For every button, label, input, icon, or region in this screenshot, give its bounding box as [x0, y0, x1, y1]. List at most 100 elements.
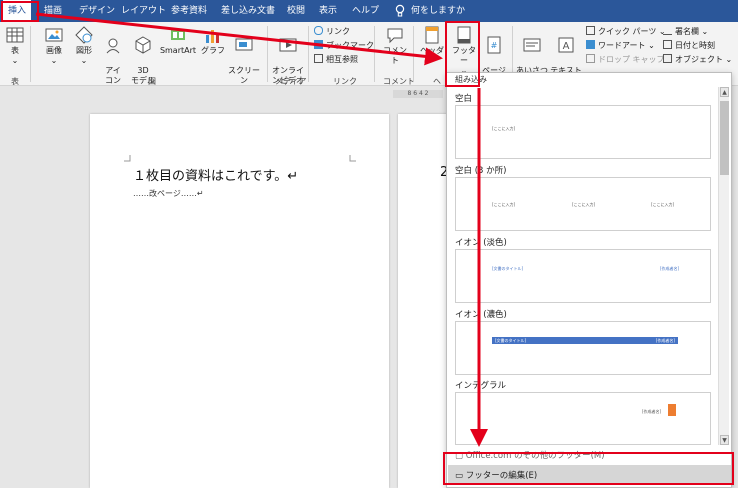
- separator: [267, 26, 268, 82]
- shapes-icon: [75, 26, 93, 44]
- picture-label: 画像: [46, 46, 62, 55]
- icons-label: アイ コン: [105, 66, 121, 85]
- footer-category-label: 空白: [455, 94, 473, 104]
- svg-text:#: #: [491, 41, 498, 50]
- footer-category-label: 空白 (3 か所): [455, 166, 507, 176]
- horizontal-ruler[interactable]: 8 6 4 2: [393, 90, 443, 98]
- tab-review[interactable]: 校閲: [287, 0, 305, 22]
- dropcap-icon: [586, 54, 595, 63]
- comment-label: コメント: [383, 46, 407, 65]
- gallery-section-header: 組み込み: [455, 75, 487, 84]
- scroll-up-arrow[interactable]: ▲: [720, 87, 729, 97]
- video-icon: [279, 38, 297, 52]
- integral-accent: [668, 404, 676, 416]
- wordart-icon: [586, 40, 595, 49]
- separator: [413, 26, 414, 82]
- scroll-down-arrow[interactable]: ▼: [720, 435, 729, 445]
- document-text-line[interactable]: １枚目の資料はこれです。↵: [133, 165, 298, 184]
- footer-option-blank-3[interactable]: [ここに入力] [ここに入力] [ここに入力]: [455, 177, 711, 231]
- edit-footer-item[interactable]: ▭ フッターの編集(E): [455, 469, 537, 481]
- footer-category-label: イオン (淡色): [455, 238, 507, 248]
- object-icon: [663, 54, 672, 63]
- svg-text:A: A: [563, 41, 570, 52]
- picture-icon: [45, 28, 63, 42]
- smartart-icon: [171, 30, 185, 40]
- gallery-scrollbar[interactable]: ▲ ▼: [718, 87, 729, 445]
- tab-draw[interactable]: 描画: [44, 0, 62, 22]
- table-icon: [6, 27, 24, 43]
- thumb-placeholder: [ここに入力]: [651, 202, 675, 207]
- tab-help[interactable]: ヘルプ: [352, 0, 379, 22]
- footer-button[interactable]: フッター ⌄: [450, 26, 478, 76]
- icons-button[interactable]: アイ コン: [101, 26, 125, 86]
- office-icon: ▢: [455, 451, 466, 461]
- tell-me-search[interactable]: 何をしますか: [411, 0, 465, 22]
- comment-icon: [387, 28, 403, 44]
- chart-button[interactable]: グラフ: [201, 26, 225, 56]
- quick-parts-button[interactable]: クイック パーツ ⌄: [586, 26, 666, 38]
- comment-button[interactable]: コメント: [380, 26, 410, 66]
- tab-view[interactable]: 表示: [319, 0, 337, 22]
- edit-footer-icon: ▭: [455, 471, 466, 481]
- ribbon-tab-bar: 挿入 描画 デザイン レイアウト 参考資料 差し込み文書 校閲 表示 ヘルプ 何…: [0, 0, 738, 22]
- more-footers-office-com[interactable]: ▢ Office.com のその他のフッター(M): [455, 449, 605, 461]
- lightbulb-icon: [395, 4, 405, 17]
- smartart-button[interactable]: SmartArt: [158, 26, 198, 56]
- footer-option-ion-dark[interactable]: [文書のタイトル] [作成者名]: [455, 321, 711, 375]
- footer-icon: [457, 26, 471, 44]
- footer-option-integral[interactable]: [作成者名]: [455, 392, 711, 445]
- separator: [374, 26, 375, 82]
- footer-label: フッター: [452, 46, 476, 65]
- object-button[interactable]: オブジェクト ⌄: [663, 54, 732, 66]
- thumb-placeholder: [作成者名]: [655, 338, 675, 343]
- footer-gallery-dropdown: 組み込み 空白 [ここに入力] 空白 (3 か所) [ここに入力] [ここに入力…: [446, 72, 732, 488]
- separator: [30, 26, 31, 82]
- bookmark-button[interactable]: ブックマーク: [314, 40, 374, 52]
- picture-button[interactable]: 画像 ⌄: [42, 26, 66, 66]
- page-number-icon: #: [487, 36, 501, 54]
- thumb-placeholder: [ここに入力]: [492, 202, 516, 207]
- separator: [308, 26, 309, 82]
- thumb-placeholder: [作成者名]: [660, 266, 680, 271]
- shapes-label: 図形: [76, 46, 92, 55]
- signature-button[interactable]: 署名欄 ⌄: [663, 26, 708, 38]
- margin-corner-mark: [124, 155, 131, 162]
- datetime-button[interactable]: 日付と時刻: [663, 40, 715, 52]
- margin-corner-mark: [349, 155, 356, 162]
- tab-design[interactable]: デザイン: [79, 0, 115, 22]
- cross-reference-icon: [314, 54, 323, 63]
- tab-references[interactable]: 参考資料: [171, 0, 207, 22]
- tab-insert[interactable]: 挿入: [3, 0, 32, 22]
- thumb-placeholder: [作成者名]: [642, 409, 662, 414]
- page-break-marker[interactable]: ……改ページ……↵: [133, 188, 204, 199]
- screenshot-icon: [235, 38, 253, 51]
- quick-parts-icon: [586, 26, 595, 35]
- footer-option-ion-light[interactable]: [文書のタイトル] [作成者名]: [455, 249, 711, 303]
- dropcap-button[interactable]: ドロップ キャップ ⌄: [586, 54, 674, 66]
- thumb-placeholder: [ここに入力]: [572, 202, 596, 207]
- header-label: ヘッダー: [420, 46, 444, 65]
- calendar-icon: [663, 40, 672, 49]
- greeting-icon: [523, 38, 541, 52]
- textbox-icon: A: [558, 37, 574, 53]
- footer-category-label: インテグラル: [455, 381, 507, 391]
- cross-reference-button[interactable]: 相互参照: [314, 54, 358, 66]
- header-button[interactable]: ヘッダー: [418, 26, 446, 66]
- table-label: 表: [11, 46, 19, 55]
- signature-icon: [663, 26, 672, 35]
- tab-mailings[interactable]: 差し込み文書: [221, 0, 275, 22]
- header-icon: [425, 26, 439, 44]
- thumb-placeholder: [ここに入力]: [492, 126, 516, 131]
- tab-layout[interactable]: レイアウト: [121, 0, 166, 22]
- ion-dark-bar: [文書のタイトル] [作成者名]: [492, 337, 678, 344]
- footer-option-blank[interactable]: [ここに入力]: [455, 105, 711, 159]
- wordart-button[interactable]: ワードアート ⌄: [586, 40, 655, 52]
- chart-label: グラフ: [201, 46, 225, 55]
- scrollbar-thumb[interactable]: [720, 101, 729, 175]
- footer-category-label: イオン (濃色): [455, 310, 507, 320]
- thumb-placeholder: [文書のタイトル]: [492, 266, 524, 271]
- table-button[interactable]: 表 ⌄: [4, 26, 26, 66]
- link-icon: [314, 26, 323, 35]
- link-button[interactable]: リンク: [314, 26, 350, 38]
- shapes-button[interactable]: 図形 ⌄: [72, 26, 96, 66]
